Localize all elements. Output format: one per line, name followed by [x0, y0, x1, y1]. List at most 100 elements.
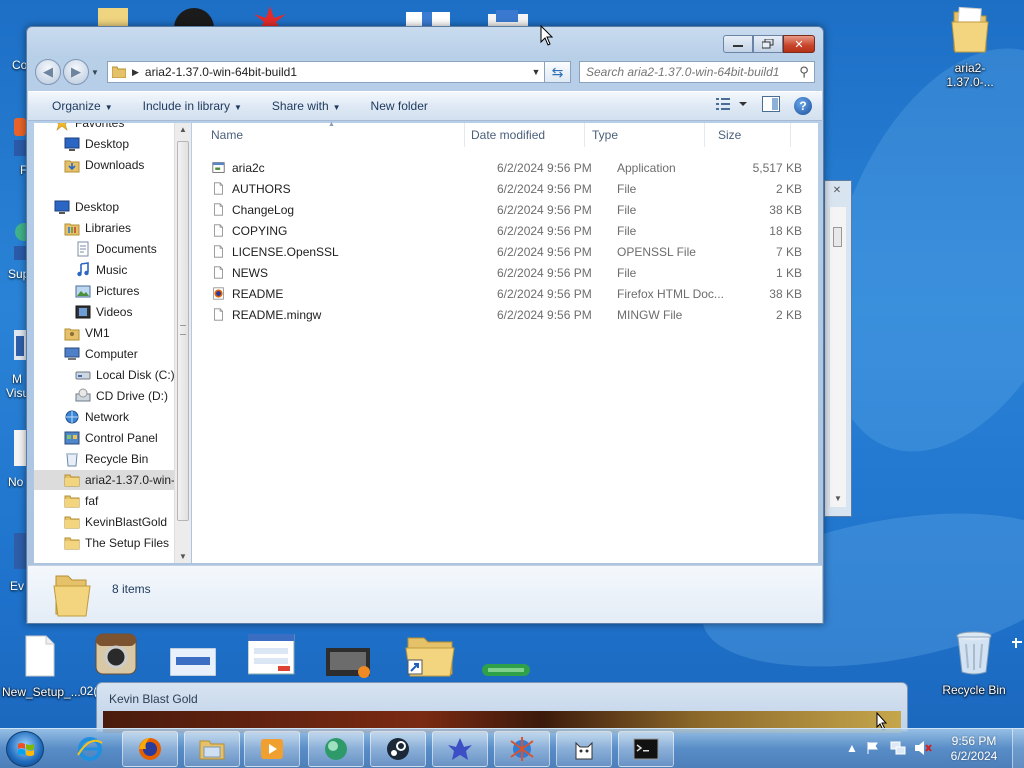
maximize-button[interactable]: [753, 35, 783, 53]
system-clock[interactable]: 9:56 PM 6/2/2024: [938, 734, 1010, 764]
file-row[interactable]: README.mingw 6/2/2024 9:56 PM MINGW File 2 …: [192, 304, 802, 325]
file-row[interactable]: NEWS 6/2/2024 9:56 PM File 1 KB: [192, 262, 802, 283]
nav-item-control-panel[interactable]: Control Panel: [34, 428, 158, 448]
show-desktop-button[interactable]: [1012, 729, 1024, 768]
item-count: 8 items: [112, 582, 151, 596]
desktop-icon-aria2-folder[interactable]: aria2-1.37.0-...: [932, 6, 1008, 89]
file-type: MINGW File: [617, 308, 683, 322]
taskbar-cat-button[interactable]: [556, 731, 612, 767]
nav-item-faf[interactable]: faf: [34, 491, 98, 511]
nav-item-downloads[interactable]: Downloads: [34, 155, 144, 175]
taskbar-green-orb-button[interactable]: [308, 731, 364, 767]
volume-muted-icon[interactable]: [914, 740, 932, 756]
nav-item-vm1[interactable]: VM1: [34, 323, 110, 343]
nav-item-label: Downloads: [85, 158, 145, 172]
taskbar-media-player-button[interactable]: [244, 731, 300, 767]
file-name: COPYING: [232, 224, 288, 238]
taskbar-internet-explorer-button[interactable]: [62, 731, 118, 767]
nav-item-pictures[interactable]: Pictures: [34, 281, 139, 301]
folder-shortcut-icon[interactable]: [404, 630, 456, 680]
file-row[interactable]: aria2c 6/2/2024 9:56 PM Application 5,517 K…: [192, 157, 802, 178]
file-size: 38 KB: [769, 287, 802, 301]
taskbar-command-prompt-button[interactable]: [618, 731, 674, 767]
refresh-button[interactable]: ⇆: [545, 61, 571, 83]
navigation-scrollbar[interactable]: ▲ ▼: [174, 123, 191, 563]
file-row[interactable]: COPYING 6/2/2024 9:56 PM File 18 KB: [192, 220, 802, 241]
desktop-icon-new-setup[interactable]: New_Setup_...: [2, 634, 81, 699]
breadcrumb[interactable]: aria2-1.37.0-win-64bit-build1: [145, 65, 528, 79]
action-center-flag-icon[interactable]: [866, 741, 880, 755]
network-icon[interactable]: [890, 740, 906, 756]
nav-item-videos[interactable]: Videos: [34, 302, 132, 322]
nav-item-computer[interactable]: Computer: [34, 344, 138, 364]
preview-pane-button[interactable]: [762, 96, 780, 115]
column-header-name[interactable]: Name: [192, 123, 465, 147]
nav-item-network[interactable]: Network: [34, 407, 129, 427]
include-in-library-menu[interactable]: Include in library ▼: [143, 99, 242, 113]
image-thumbnail-icon[interactable]: [170, 648, 216, 676]
organize-menu[interactable]: Organize ▼: [52, 99, 113, 113]
share-with-menu[interactable]: Share with ▼: [272, 99, 341, 113]
search-input[interactable]: [580, 65, 794, 79]
instagram-icon[interactable]: [94, 632, 138, 676]
address-bar[interactable]: ▶ aria2-1.37.0-win-64bit-build1 ▼: [107, 61, 545, 83]
nav-item-documents[interactable]: Documents: [34, 239, 157, 259]
taskbar-blue-creature-button[interactable]: [432, 731, 488, 767]
nav-item-recycle-bin[interactable]: Recycle Bin: [34, 449, 148, 469]
command-bar: Organize ▼ Include in library ▼ Share with…: [28, 91, 822, 121]
file-row[interactable]: AUTHORS 6/2/2024 9:56 PM File 2 KB: [192, 178, 802, 199]
back-arrow-icon: ◀: [43, 64, 53, 79]
search-box[interactable]: ⚲: [579, 61, 815, 83]
column-header-size[interactable]: Size: [705, 123, 791, 147]
file-date-modified: 6/2/2024 9:56 PM: [497, 161, 592, 175]
breadcrumb-arrow-icon[interactable]: ▶: [132, 67, 139, 78]
nav-item-desktop[interactable]: Desktop: [34, 197, 119, 217]
game-window-title: Kevin Blast Gold: [109, 692, 198, 706]
show-hidden-icons-button[interactable]: ▲: [846, 741, 858, 755]
restore-icon: [762, 39, 774, 49]
address-dropdown-icon[interactable]: ▼: [528, 67, 544, 77]
star-icon: [56, 123, 68, 131]
close-icon: ✕: [794, 38, 804, 51]
column-header-date[interactable]: Date modified: [465, 123, 585, 147]
file-row[interactable]: README 6/2/2024 9:56 PM Firefox HTML Doc..…: [192, 283, 802, 304]
taskbar-globe-bug-button[interactable]: [494, 731, 550, 767]
minimize-button[interactable]: [723, 35, 753, 53]
forward-button[interactable]: ▶: [63, 59, 89, 85]
nav-item-local-disk-c[interactable]: Local Disk (C:): [34, 365, 175, 385]
nav-item-aria2-1-37-0-win[interactable]: aria2-1.37.0-win-: [34, 470, 190, 490]
desktop-icon-recycle-bin[interactable]: Recycle Bin: [936, 630, 1012, 697]
file-icon: [214, 203, 223, 216]
taskbar-steam-button[interactable]: [370, 731, 426, 767]
new-folder-button[interactable]: New folder: [371, 99, 428, 113]
partial-icon: [14, 430, 26, 466]
nav-item-cd-drive-d[interactable]: CD Drive (D:): [34, 386, 168, 406]
scroll-up-icon[interactable]: ▲: [179, 125, 187, 134]
back-button[interactable]: ◀: [35, 59, 61, 85]
nav-item-the-setup-files[interactable]: The Setup Files: [34, 533, 169, 553]
file-row[interactable]: ChangeLog 6/2/2024 9:56 PM File 38 KB: [192, 199, 802, 220]
download-button-icon[interactable]: [482, 664, 530, 676]
change-view-button[interactable]: [716, 97, 748, 114]
start-button[interactable]: [6, 731, 44, 767]
partial-icon: [14, 223, 26, 260]
image-thumbnail-icon[interactable]: [248, 634, 296, 676]
nav-item-favorites[interactable]: Favorites: [34, 123, 124, 133]
scroll-down-icon[interactable]: ▼: [179, 552, 187, 561]
search-icon[interactable]: ⚲: [794, 64, 814, 80]
nav-item-desktop[interactable]: Desktop: [34, 134, 129, 154]
nav-item-music[interactable]: Music: [34, 260, 127, 280]
file-icon: [214, 266, 223, 279]
share-with-label: Share with: [271, 99, 329, 113]
help-button[interactable]: ?: [794, 96, 812, 115]
partial-icon: [488, 10, 528, 28]
taskbar-file-explorer-button[interactable]: [184, 731, 240, 767]
column-header-type[interactable]: Type: [585, 123, 705, 147]
recent-pages-dropdown[interactable]: ▼: [91, 68, 103, 77]
file-row[interactable]: LICENSE.OpenSSL 6/2/2024 9:56 PM OPENSSL F…: [192, 241, 802, 262]
nav-item-libraries[interactable]: Libraries: [34, 218, 131, 238]
video-thumbnail-icon[interactable]: [326, 644, 374, 680]
close-button[interactable]: ✕: [783, 35, 815, 53]
nav-item-kevinblastgold[interactable]: KevinBlastGold: [34, 512, 167, 532]
taskbar-firefox-button[interactable]: [122, 731, 178, 767]
